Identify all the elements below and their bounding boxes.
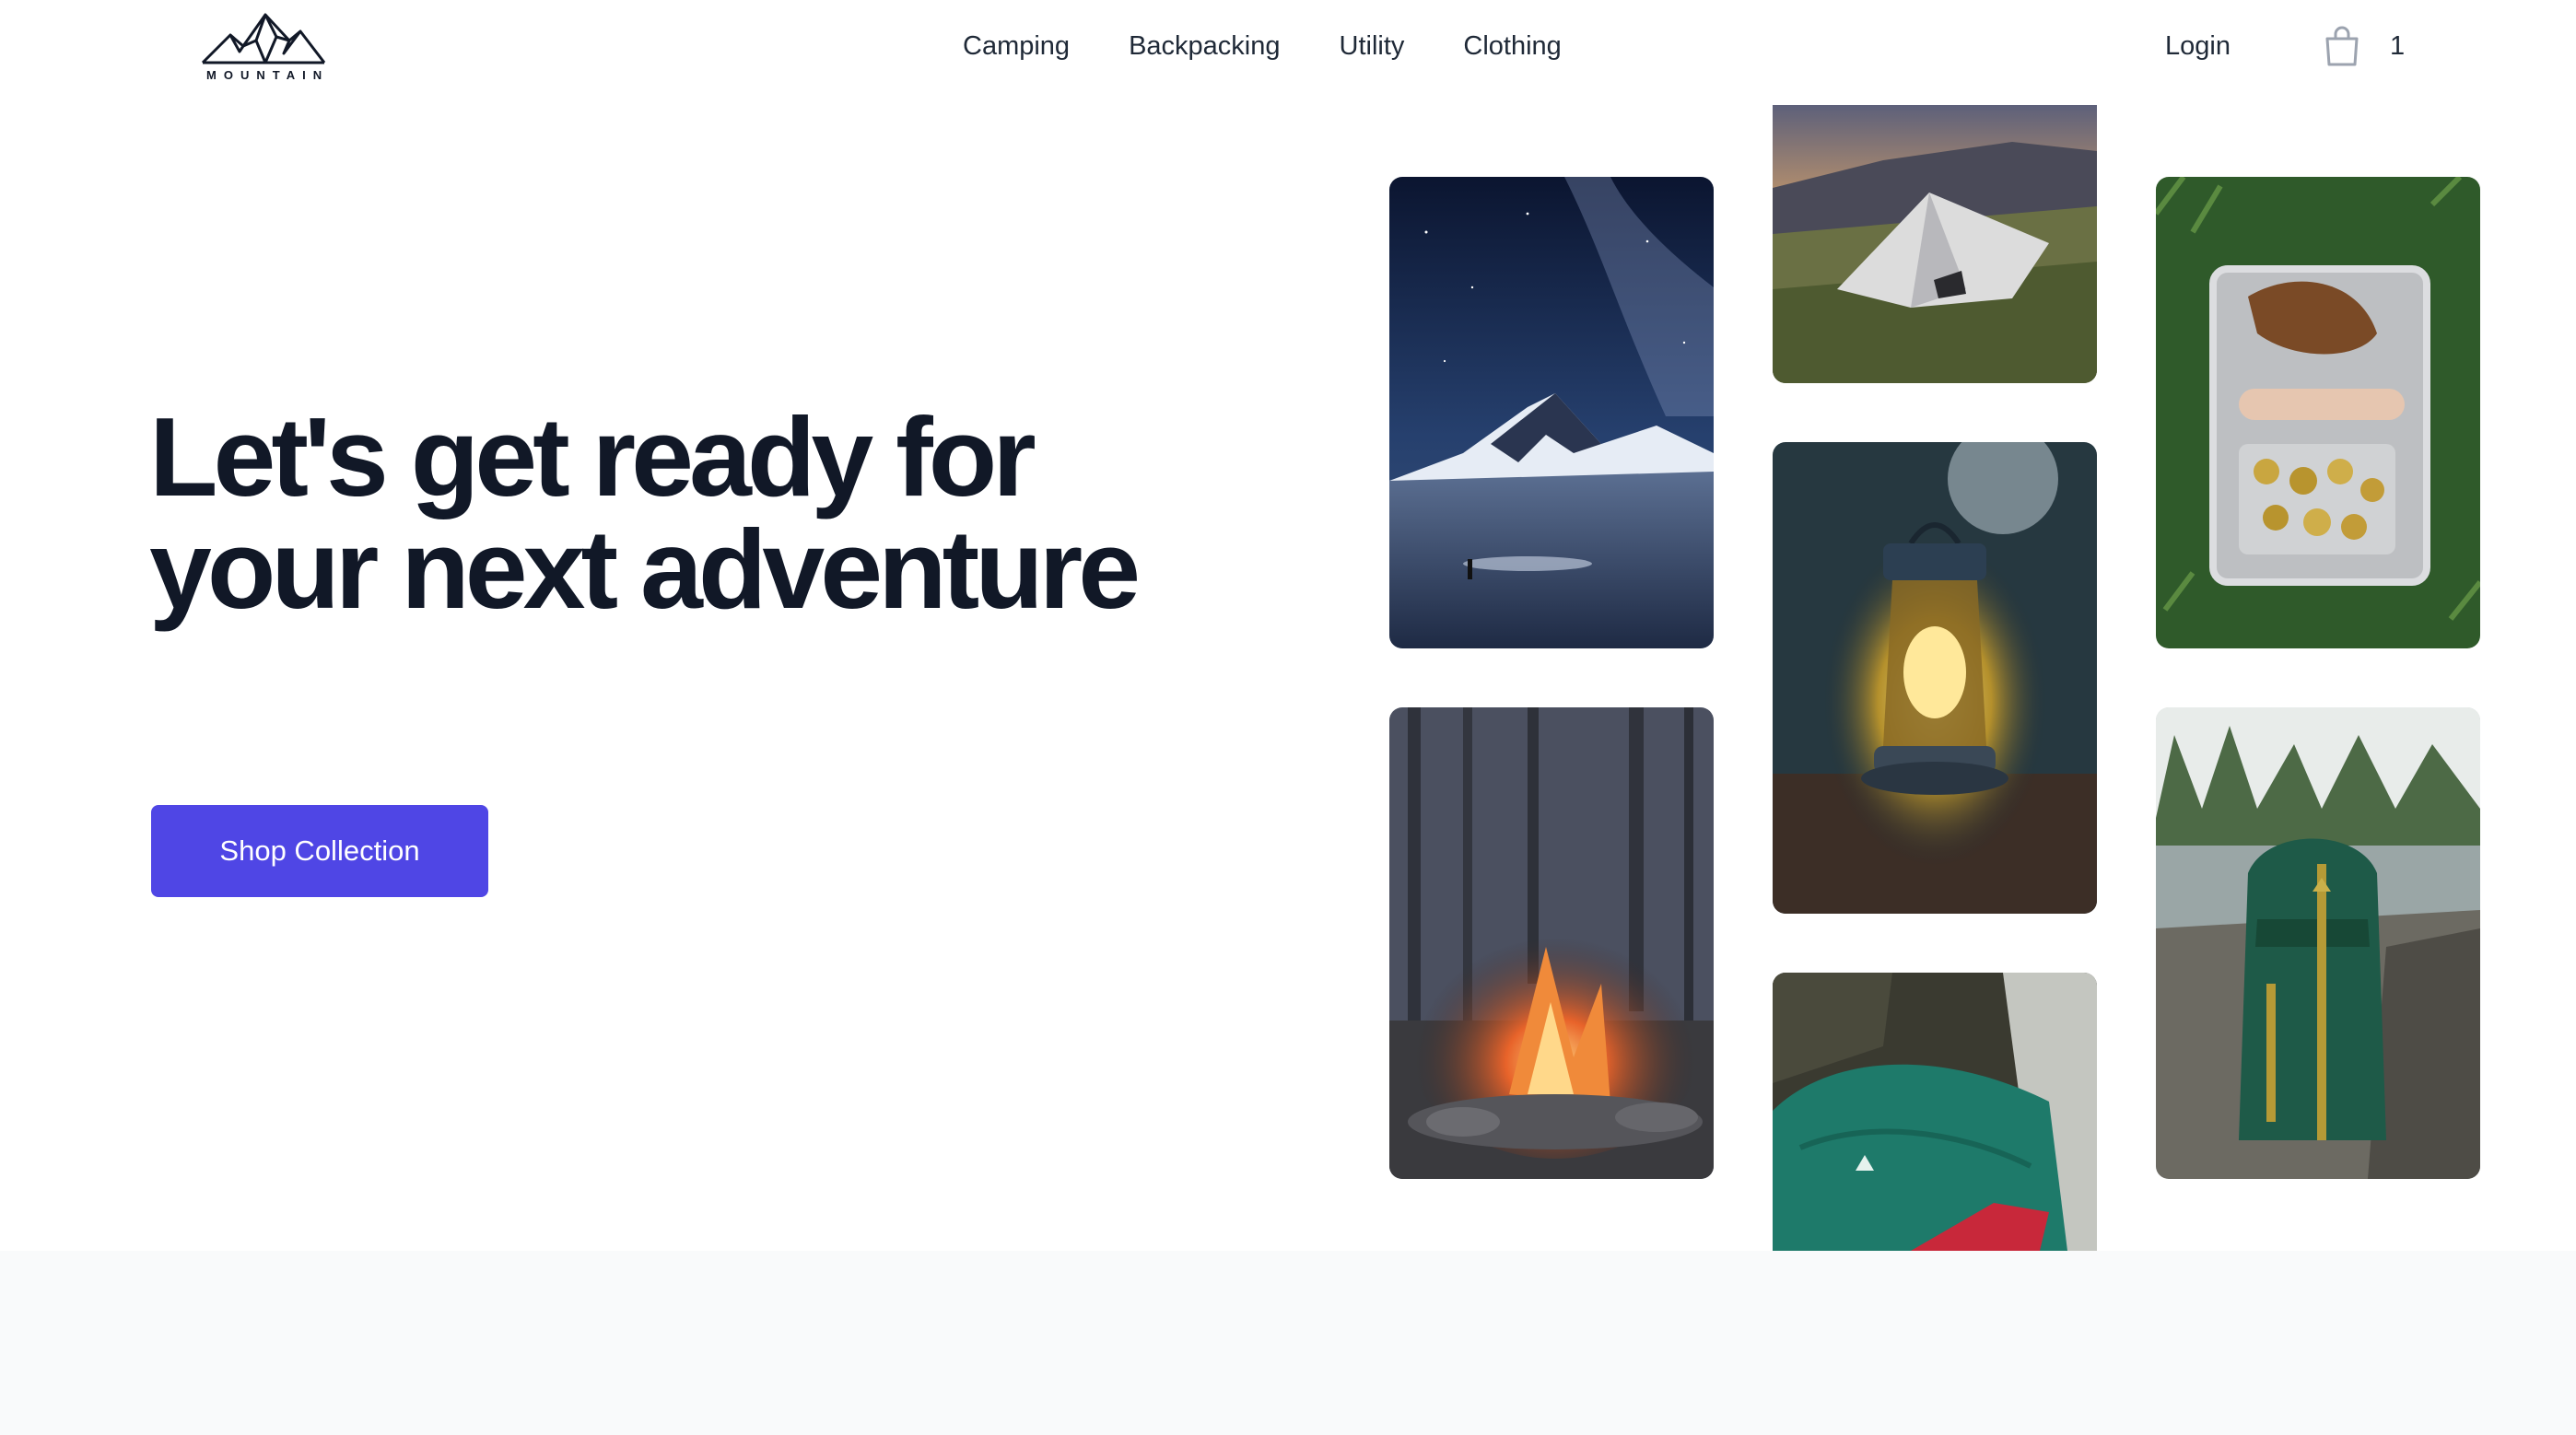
brand-logo[interactable]: MOUNTAIN xyxy=(199,9,328,83)
cart-button[interactable]: 1 xyxy=(2324,26,2405,66)
footer-section xyxy=(0,1251,2576,1435)
photo-grilled-food xyxy=(2156,177,2480,648)
login-link[interactable]: Login xyxy=(2165,28,2231,64)
nav-item-clothing[interactable]: Clothing xyxy=(1463,28,1561,64)
nav-item-utility[interactable]: Utility xyxy=(1340,28,1405,64)
photo-milky-way-mountain xyxy=(1389,177,1714,648)
shop-collection-button[interactable]: Shop Collection xyxy=(151,805,488,897)
photo-sleeping-bag xyxy=(1773,973,2097,1251)
photo-tent-hillside xyxy=(1773,105,2097,383)
photo-lantern xyxy=(1773,442,2097,914)
hero-title: Let's get ready for your next adventure xyxy=(149,394,1141,632)
mountain-logo-icon xyxy=(201,13,326,64)
cart-count: 1 xyxy=(2390,31,2406,61)
photo-campfire xyxy=(1389,707,1714,1179)
shopping-bag-icon xyxy=(2325,26,2359,66)
logo-wordmark: MOUNTAIN xyxy=(206,68,330,82)
nav-item-camping[interactable]: Camping xyxy=(963,28,1070,64)
nav-item-backpacking[interactable]: Backpacking xyxy=(1129,28,1280,64)
main-nav: Camping Backpacking Utility Clothing xyxy=(963,28,1562,64)
photo-backpack xyxy=(2156,707,2480,1179)
